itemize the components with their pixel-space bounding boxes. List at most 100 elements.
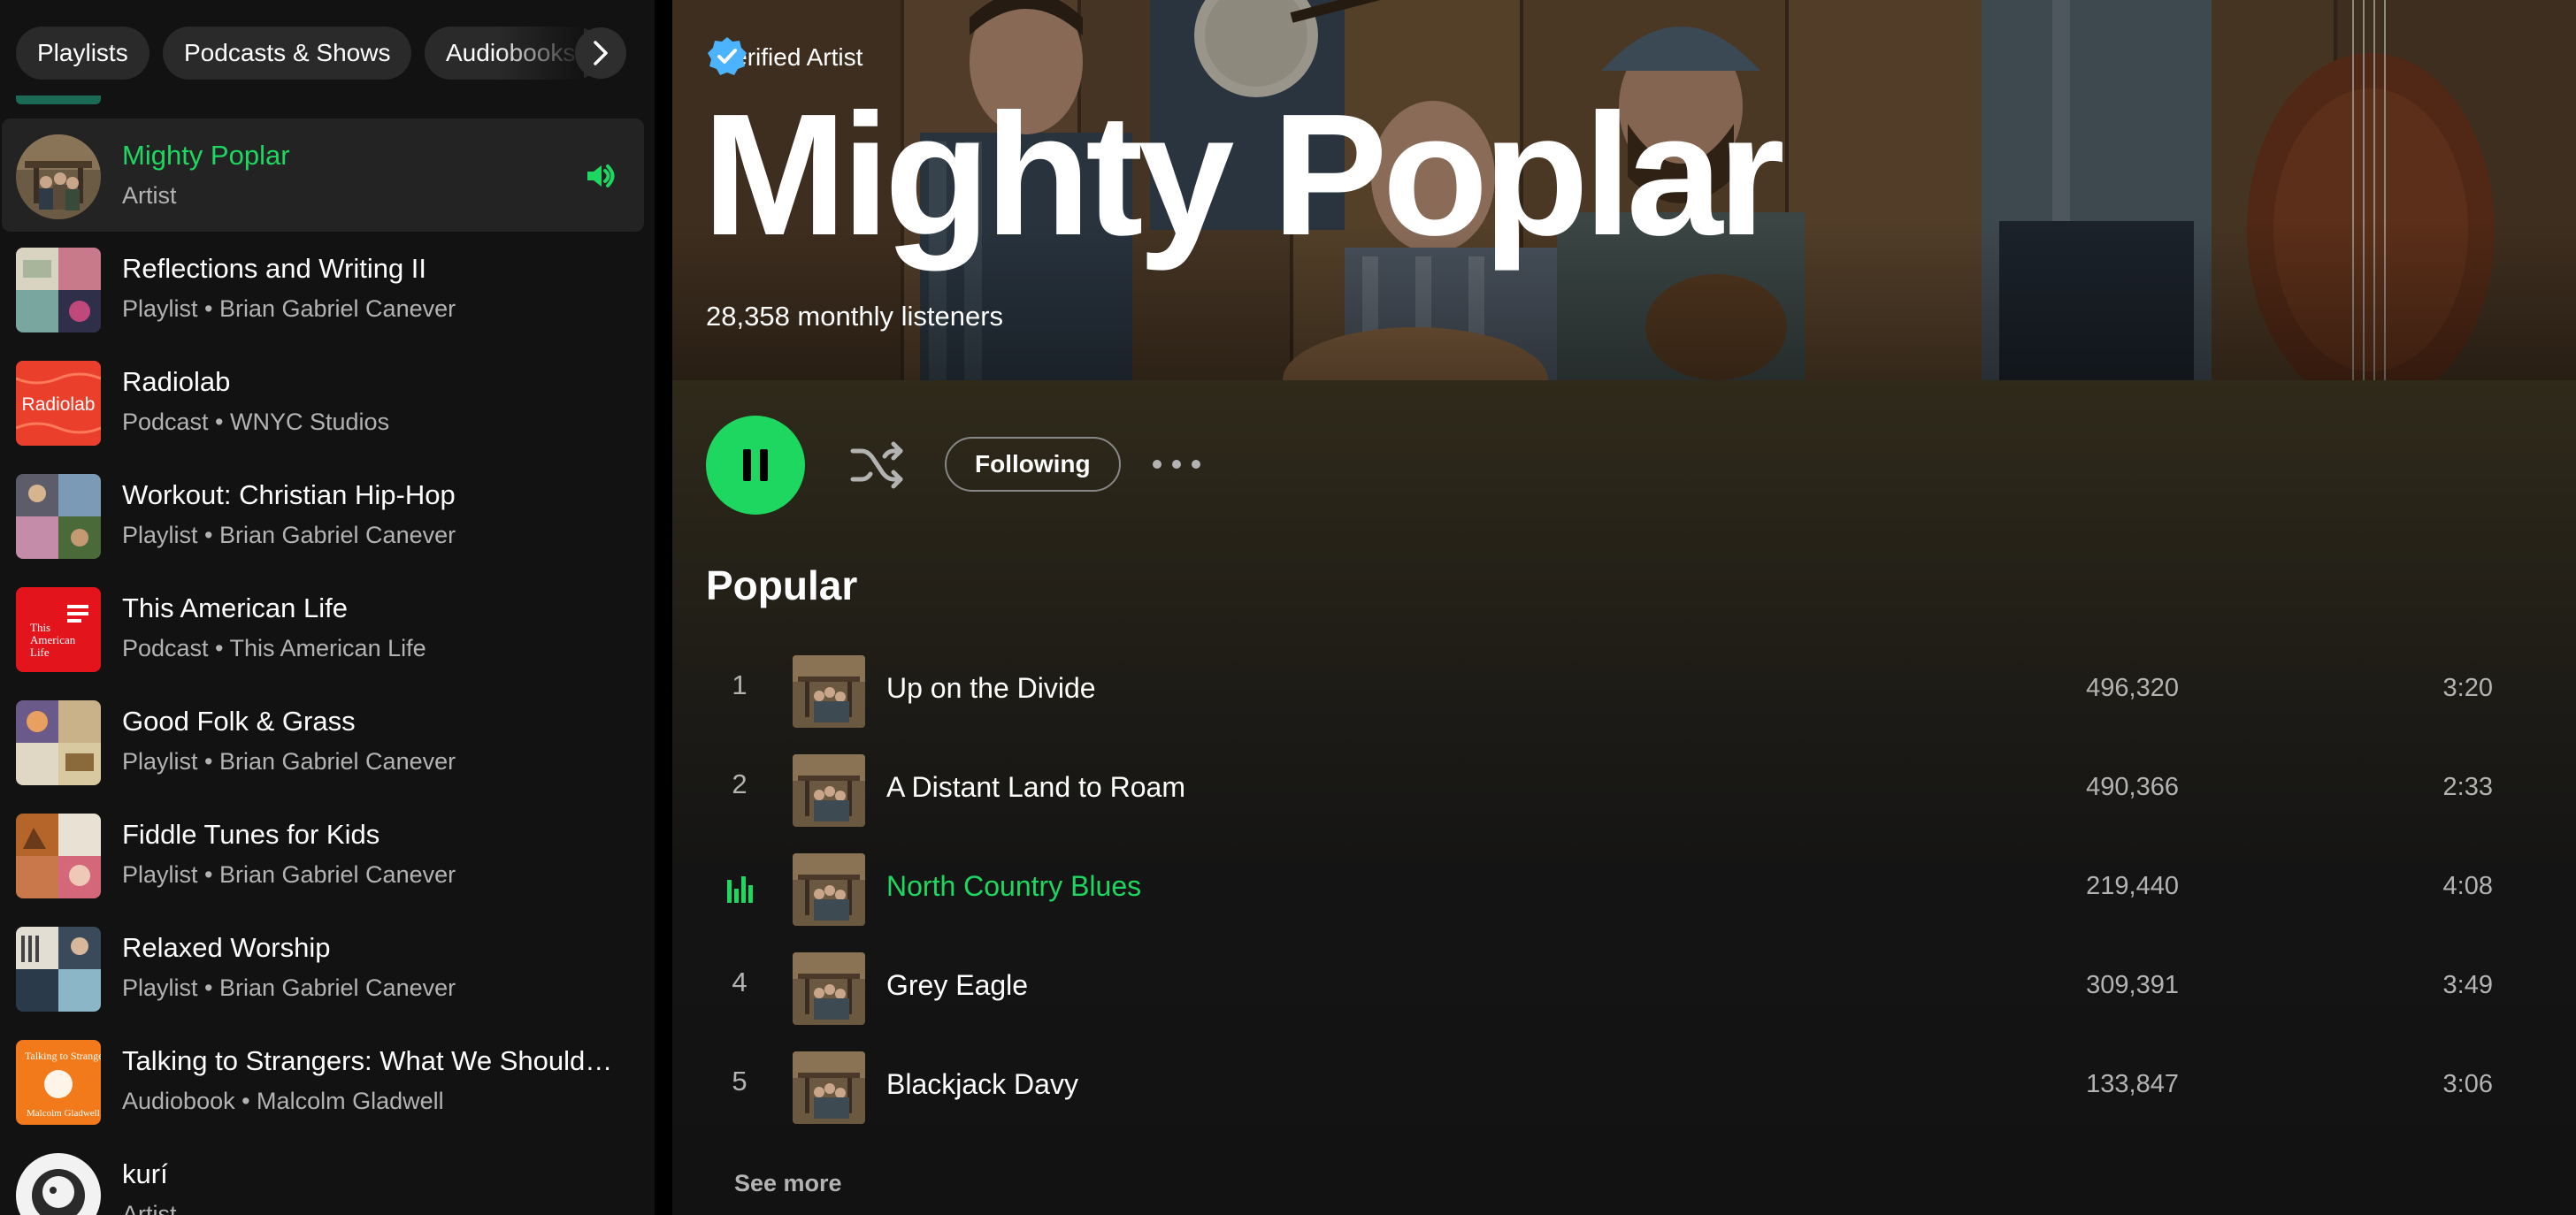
equalizer-icon bbox=[727, 876, 753, 903]
track-duration: 3:20 bbox=[2442, 674, 2493, 702]
track-row[interactable]: 1 Up on the Divide 496,320 3:20 bbox=[706, 643, 2542, 738]
library-item-reflections[interactable]: Reflections and Writing II Playlist • Br… bbox=[2, 232, 644, 345]
playlist-cover bbox=[16, 700, 101, 785]
track-album-art bbox=[793, 1051, 865, 1124]
popular-section-heading: Popular bbox=[706, 562, 858, 608]
svg-text:American: American bbox=[30, 633, 76, 646]
library-item-subtitle: Audiobook • Malcolm Gladwell bbox=[122, 1088, 444, 1114]
podcast-cover: This American Life bbox=[16, 587, 101, 672]
podcast-cover: Radiolab bbox=[16, 361, 101, 446]
playlist-cover bbox=[16, 814, 101, 898]
shuffle-icon bbox=[850, 441, 903, 489]
library-item-title: Workout: Christian Hip-Hop bbox=[122, 479, 456, 510]
library-item-relaxed-worship[interactable]: Relaxed Worship Playlist • Brian Gabriel… bbox=[2, 911, 644, 1024]
track-duration: 2:33 bbox=[2442, 773, 2493, 801]
svg-text:Malcolm Gladwell: Malcolm Gladwell bbox=[27, 1108, 100, 1119]
track-title[interactable]: Blackjack Davy bbox=[886, 1068, 1078, 1101]
library-item-kuri[interactable]: kurí Artist bbox=[2, 1137, 644, 1215]
library-item-title: Radiolab bbox=[122, 366, 231, 397]
svg-text:Radiolab: Radiolab bbox=[22, 394, 96, 415]
library-item-subtitle: Playlist • Brian Gabriel Canever bbox=[122, 295, 456, 322]
track-play-count: 490,366 bbox=[2086, 773, 2179, 801]
artist-avatar bbox=[16, 1153, 101, 1215]
shuffle-button[interactable] bbox=[849, 439, 906, 492]
chips-scroll-right-button[interactable] bbox=[575, 27, 626, 79]
library-item-this-american-life[interactable]: This American Life This American Life Po… bbox=[2, 571, 644, 684]
monthly-listeners: 28,358 monthly listeners bbox=[706, 301, 1004, 332]
chevron-right-icon bbox=[594, 41, 608, 65]
more-options-button[interactable] bbox=[1150, 451, 1203, 478]
track-title[interactable]: North Country Blues bbox=[886, 870, 1141, 903]
filter-chip-podcasts[interactable]: Podcasts & Shows bbox=[163, 27, 412, 80]
library-item-mighty-poplar[interactable]: Mighty Poplar Artist bbox=[2, 118, 644, 232]
track-play-count: 496,320 bbox=[2086, 674, 2179, 702]
library-item-title: Fiddle Tunes for Kids bbox=[122, 819, 380, 850]
library-item-title: kurí bbox=[122, 1158, 168, 1189]
track-number: 5 bbox=[732, 1066, 748, 1097]
library-item-title: This American Life bbox=[122, 592, 348, 623]
track-duration: 3:49 bbox=[2442, 971, 2493, 999]
track-play-count: 133,847 bbox=[2086, 1070, 2179, 1098]
playlist-cover bbox=[16, 474, 101, 559]
panel-resize-handle[interactable] bbox=[655, 0, 672, 1215]
track-album-art bbox=[793, 655, 865, 728]
speaker-icon bbox=[587, 164, 615, 187]
filter-chip-playlists[interactable]: Playlists bbox=[16, 27, 150, 80]
library-item-good-folk-grass[interactable]: Good Folk & Grass Playlist • Brian Gabri… bbox=[2, 684, 644, 798]
track-title[interactable]: A Distant Land to Roam bbox=[886, 771, 1185, 804]
artist-page: Verified Artist Mighty Poplar 28,358 mon… bbox=[672, 0, 2576, 1215]
library-item-title: Relaxed Worship bbox=[122, 932, 331, 963]
audiobook-cover: Talking to Strangers Malcolm Gladwell bbox=[16, 1040, 101, 1125]
pause-icon bbox=[743, 449, 768, 481]
library-item-subtitle: Playlist • Brian Gabriel Canever bbox=[122, 861, 456, 888]
verified-badge-icon bbox=[708, 37, 747, 75]
pause-button[interactable] bbox=[706, 416, 805, 515]
more-options-icon bbox=[1153, 460, 1200, 469]
track-number: 1 bbox=[732, 669, 748, 700]
artist-header: Verified Artist Mighty Poplar 28,358 mon… bbox=[672, 0, 2576, 380]
track-row[interactable]: 2 A Distant Land to Roam 490,366 2:33 bbox=[706, 742, 2542, 837]
library-item-title: Reflections and Writing II bbox=[122, 253, 427, 284]
track-title[interactable]: Grey Eagle bbox=[886, 969, 1028, 1002]
svg-text:Life: Life bbox=[30, 646, 50, 659]
library-item-title: Mighty Poplar bbox=[122, 140, 290, 171]
library-item-subtitle: Playlist • Brian Gabriel Canever bbox=[122, 748, 456, 775]
library-item-fiddle-tunes[interactable]: Fiddle Tunes for Kids Playlist • Brian G… bbox=[2, 798, 644, 911]
library-item-subtitle: Podcast • WNYC Studios bbox=[122, 409, 390, 435]
see-more-button[interactable]: See more bbox=[734, 1170, 842, 1197]
track-row[interactable]: 4 Grey Eagle 309,391 3:49 bbox=[706, 940, 2542, 1035]
library-item-subtitle: Playlist • Brian Gabriel Canever bbox=[122, 974, 456, 1001]
track-number: 4 bbox=[732, 967, 748, 997]
library-sidebar: Playlists Podcasts & Shows Audiobooks bbox=[0, 0, 655, 1215]
chip-fade-overlay bbox=[495, 27, 584, 80]
svg-text:Talking to Strangers: Talking to Strangers bbox=[25, 1050, 101, 1062]
library-item-workout[interactable]: Workout: Christian Hip-Hop Playlist • Br… bbox=[2, 458, 644, 571]
track-row[interactable]: 5 Blackjack Davy 133,847 3:06 bbox=[706, 1039, 2542, 1135]
library-item-title: Good Folk & Grass bbox=[122, 706, 356, 737]
library-item-subtitle: Artist bbox=[122, 182, 177, 209]
spotify-window: Playlists Podcasts & Shows Audiobooks bbox=[0, 0, 2576, 1215]
playlist-cover bbox=[16, 248, 101, 332]
track-title[interactable]: Up on the Divide bbox=[886, 672, 1096, 705]
library-item-title: Talking to Strangers: What We Should… bbox=[122, 1045, 613, 1076]
library-filter-bar: Playlists Podcasts & Shows Audiobooks bbox=[0, 0, 655, 96]
track-duration: 4:08 bbox=[2442, 872, 2493, 900]
track-row-now-playing[interactable]: North Country Blues 219,440 4:08 bbox=[706, 841, 2542, 936]
playlist-cover bbox=[16, 927, 101, 1012]
artist-name-heading: Mighty Poplar bbox=[702, 78, 1785, 271]
following-button[interactable]: Following bbox=[945, 437, 1121, 492]
artist-content: Following Popular 1 Up on the Divide 496… bbox=[672, 380, 2576, 1215]
track-number: 2 bbox=[732, 768, 748, 799]
track-duration: 3:06 bbox=[2442, 1070, 2493, 1098]
svg-text:This: This bbox=[30, 621, 50, 634]
track-album-art bbox=[793, 952, 865, 1025]
library-item-subtitle: Podcast • This American Life bbox=[122, 635, 426, 661]
track-album-art bbox=[793, 754, 865, 827]
verified-artist-row: Verified Artist bbox=[706, 35, 862, 80]
track-play-count: 219,440 bbox=[2086, 872, 2179, 900]
track-album-art bbox=[793, 853, 865, 926]
library-item-subtitle: Artist bbox=[122, 1201, 177, 1215]
library-item-radiolab[interactable]: Radiolab Radiolab Podcast • WNYC Studios bbox=[2, 345, 644, 458]
library-item-talking-to-strangers[interactable]: Talking to Strangers Malcolm Gladwell Ta… bbox=[2, 1024, 644, 1137]
artist-avatar bbox=[16, 134, 101, 219]
